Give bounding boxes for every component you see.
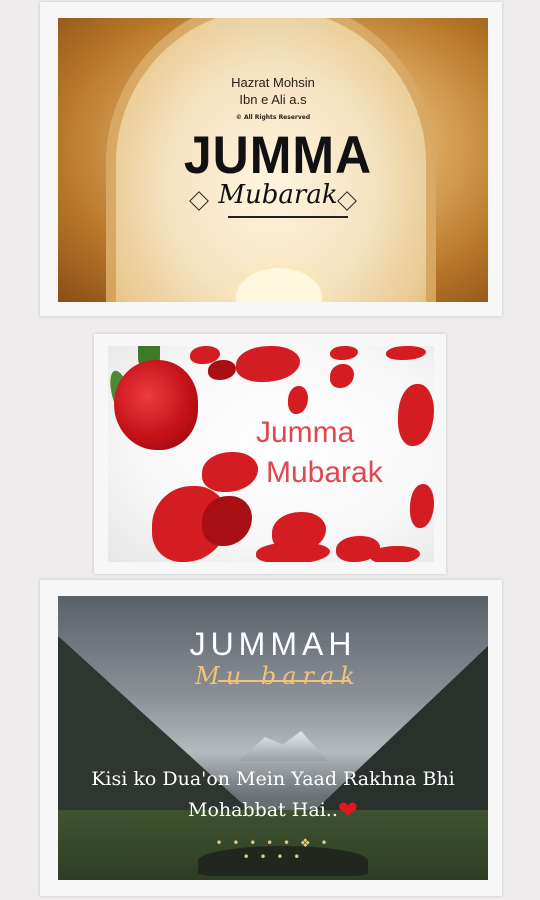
rose-petal: [202, 452, 258, 492]
rose-petal: [288, 386, 308, 414]
greeting-card-2[interactable]: Jumma Mubarak: [94, 334, 446, 574]
rose-petal: [370, 546, 420, 562]
jumma-title: JUMMA: [183, 125, 373, 185]
rose-petal: [330, 364, 354, 388]
mountain-valley-image: JUMMAH Mu barak Kisi ko Dua'on Mein Yaad…: [58, 596, 488, 880]
rights-text: © All Rights Reserved: [235, 114, 311, 121]
author-text: Hazrat Mohsin Ibn e Ali a.s: [188, 74, 358, 108]
jummah-title: JUMMAH: [189, 626, 357, 662]
ornament-divider: • • • • • ❖ • • • • •: [215, 836, 331, 864]
rose-petal: [256, 542, 330, 562]
rose-petal: [208, 360, 236, 380]
jumma-text: Jumma: [256, 416, 355, 449]
author-line-1: Hazrat Mohsin: [231, 75, 315, 90]
rose-petal: [236, 346, 300, 382]
quote-text: Kisi ko Dua'on Mein Yaad Rakhna Bhi Moha…: [78, 764, 468, 826]
subtitle-underline: [228, 216, 348, 218]
rose-petals-image: Jumma Mubarak: [108, 346, 434, 562]
author-line-2: Ibn e Ali a.s: [239, 92, 307, 107]
jumma-mubarak-arch-image: Hazrat Mohsin Ibn e Ali a.s © All Rights…: [58, 18, 488, 302]
greeting-card-3[interactable]: JUMMAH Mu barak Kisi ko Dua'on Mein Yaad…: [40, 580, 502, 896]
rose-petal: [398, 384, 434, 446]
rose-petal: [202, 496, 252, 546]
quote-line-2: Mohabbat Hai..: [188, 799, 338, 821]
rose-petal: [410, 484, 434, 528]
mubarak-subtitle: Mubarak: [218, 180, 338, 210]
mubarak-text: Mubarak: [266, 456, 383, 489]
rose-flower: [114, 360, 198, 450]
greeting-card-1[interactable]: Hazrat Mohsin Ibn e Ali a.s © All Rights…: [40, 2, 502, 316]
mubarak-script-subtitle: Mu barak: [195, 662, 361, 690]
subtitle-swash: [218, 680, 348, 682]
rose-petal: [330, 346, 358, 360]
quote-line-1: Kisi ko Dua'on Mein Yaad Rakhna Bhi: [91, 768, 455, 790]
rose-petal: [386, 346, 426, 360]
heart-icon: ❤: [337, 796, 358, 824]
